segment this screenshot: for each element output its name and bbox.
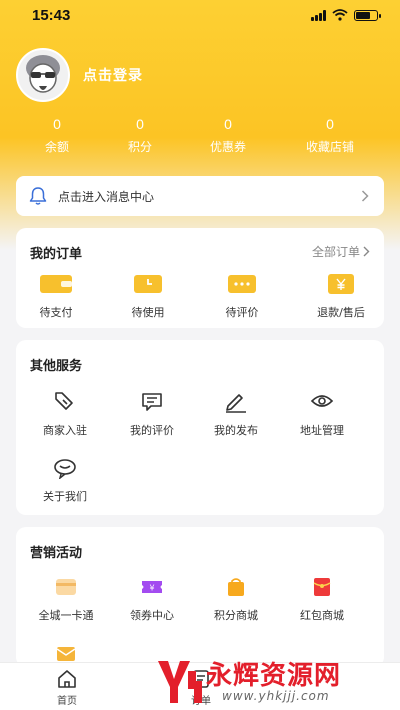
- status-bar: 15:43: [0, 0, 400, 30]
- service-address-manage[interactable]: 地址管理: [276, 388, 368, 438]
- stat-label: 余额: [44, 140, 69, 154]
- service-item-label: 我的评价: [130, 424, 174, 437]
- orders-title: 我的订单: [30, 247, 83, 262]
- watermark: 永辉资源网 www.yhkjjj.com: [148, 655, 398, 710]
- order-item-label: 待评价: [225, 306, 259, 319]
- order-to-use[interactable]: 待使用: [102, 270, 194, 320]
- login-link[interactable]: 点击登录: [83, 65, 143, 85]
- comment-dots-icon: [228, 275, 256, 293]
- stat-value: 0: [224, 116, 232, 132]
- services-card: 其他服务 商家入驻 我的评价 我的发布 地址管理 关于我们: [16, 340, 384, 515]
- stat-label: 积分: [127, 140, 152, 154]
- stat-favorite-stores[interactable]: 0 收藏店铺: [285, 116, 375, 155]
- marketing-item-label: 积分商城: [214, 609, 258, 622]
- status-icons: [311, 9, 381, 21]
- stat-points[interactable]: 0 积分: [95, 116, 185, 155]
- service-item-label: 我的发布: [214, 424, 258, 437]
- watermark-title: 永辉资源网: [206, 661, 342, 691]
- location-eye-icon: [310, 395, 334, 407]
- refund-yen-icon: [328, 274, 354, 294]
- marketing-points-mall[interactable]: 积分商城: [190, 573, 282, 623]
- service-my-reviews[interactable]: 我的评价: [106, 388, 198, 438]
- order-item-label: 待使用: [131, 306, 165, 319]
- service-item-label: 商家入驻: [43, 424, 87, 437]
- service-about-us[interactable]: 关于我们: [19, 454, 111, 504]
- service-item-label: 关于我们: [43, 490, 87, 503]
- stat-balance[interactable]: 0 余额: [12, 116, 102, 155]
- tab-home[interactable]: 首页: [37, 669, 97, 707]
- marketing-item-label: 红包商城: [300, 609, 344, 622]
- avatar[interactable]: [16, 48, 70, 102]
- chevron-right-icon: [358, 189, 372, 203]
- marketing-card: 营销活动 全城一卡通 ¥ 领券中心 积分商城 红包商城: [16, 527, 384, 667]
- all-orders-label: 全部订单: [311, 245, 360, 259]
- message-center-text: 点击进入消息中心: [58, 189, 155, 204]
- order-item-label: 待支付: [39, 306, 73, 319]
- service-merchant-join[interactable]: 商家入驻: [19, 388, 111, 438]
- message-center-bar[interactable]: 点击进入消息中心: [16, 176, 384, 216]
- status-time: 15:43: [32, 6, 71, 24]
- tag-icon: [55, 392, 73, 410]
- avatar-face-icon: [26, 55, 60, 93]
- pen-icon: [226, 394, 246, 413]
- stat-label: 优惠券: [209, 140, 246, 154]
- wallet-icon: [40, 275, 72, 293]
- orders-card: 我的订单 全部订单 待支付 待使用 待评价 退款/售后: [16, 228, 384, 328]
- chevron-right-icon: [363, 246, 370, 257]
- svg-text:¥: ¥: [149, 584, 154, 593]
- order-refund-aftersale[interactable]: 退款/售后: [295, 270, 387, 320]
- bell-icon: [29, 187, 47, 205]
- watermark-logo-icon: [158, 661, 202, 703]
- card-icon: [56, 579, 76, 595]
- marketing-city-card[interactable]: 全城一卡通: [20, 573, 112, 623]
- stat-coupons[interactable]: 0 优惠券: [183, 116, 273, 155]
- signal-icon: [311, 9, 326, 21]
- order-pending-payment[interactable]: 待支付: [10, 270, 102, 320]
- chat-bubble-icon: [54, 459, 76, 479]
- services-title: 其他服务: [30, 359, 83, 374]
- message-lines-icon: [142, 393, 162, 411]
- all-orders-link[interactable]: 全部订单: [312, 243, 370, 260]
- home-icon: [58, 670, 76, 688]
- watermark-url: www.yhkjjj.com: [222, 689, 330, 703]
- red-envelope-icon: [313, 578, 331, 596]
- wifi-icon: [332, 9, 348, 21]
- envelope-gift-icon: [56, 647, 76, 661]
- order-item-label: 退款/售后: [317, 306, 365, 319]
- stat-label: 收藏店铺: [305, 140, 354, 154]
- service-my-posts[interactable]: 我的发布: [190, 388, 282, 438]
- tab-label: 首页: [57, 696, 77, 707]
- coupon-icon: ¥: [142, 581, 162, 593]
- marketing-coupon-center[interactable]: ¥ 领券中心: [106, 573, 198, 623]
- clock-ticket-icon: [134, 275, 162, 293]
- marketing-title: 营销活动: [30, 546, 83, 561]
- shopping-bag-icon: [228, 578, 244, 596]
- battery-icon: [354, 9, 381, 21]
- stat-value: 0: [326, 116, 334, 132]
- marketing-red-packet-mall[interactable]: 红包商城: [276, 573, 368, 623]
- stat-value: 0: [136, 116, 144, 132]
- order-to-review[interactable]: 待评价: [196, 270, 288, 320]
- marketing-item-label: 领券中心: [130, 609, 174, 622]
- stat-value: 0: [53, 116, 61, 132]
- service-item-label: 地址管理: [300, 424, 344, 437]
- marketing-item-label: 全城一卡通: [38, 609, 94, 622]
- profile-area[interactable]: 点击登录: [16, 48, 143, 102]
